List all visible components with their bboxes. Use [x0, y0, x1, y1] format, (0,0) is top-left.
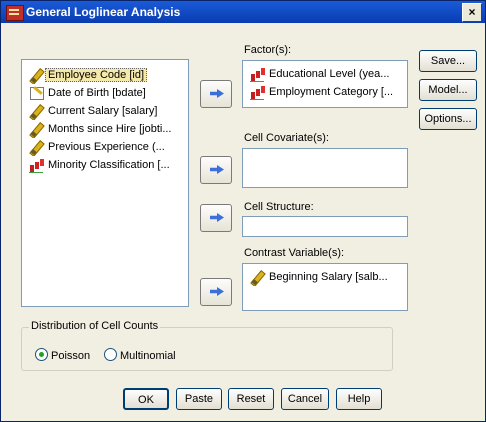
scale-icon	[28, 68, 44, 82]
radio-unselected-icon	[104, 348, 117, 361]
model-button[interactable]: Model...	[419, 79, 477, 101]
list-item-current-salary[interactable]: Current Salary [salary]	[22, 102, 188, 120]
list-item-label: Months since Hire [jobti...	[48, 123, 172, 135]
move-to-factors-button[interactable]	[200, 80, 232, 108]
list-item-beginning-salary[interactable]: Beginning Salary [salb...	[243, 268, 407, 286]
cell-structure-label: Cell Structure:	[244, 201, 314, 213]
dialog-title: General Loglinear Analysis	[26, 5, 181, 19]
scale-icon	[28, 140, 44, 154]
list-item-label: Current Salary [salary]	[48, 105, 158, 117]
list-item-months-since-hire[interactable]: Months since Hire [jobti...	[22, 120, 188, 138]
scale-icon	[28, 122, 44, 136]
nominal-icon	[249, 67, 265, 82]
covariates-label: Cell Covariate(s):	[244, 132, 329, 144]
ok-button[interactable]: OK	[123, 388, 169, 410]
scale-icon	[249, 270, 265, 284]
list-item-label: Date of Birth [bdate]	[48, 87, 146, 99]
list-item-label: Employment Category [...	[269, 86, 394, 98]
save-button[interactable]: Save...	[419, 50, 477, 72]
multinomial-label: Multinomial	[120, 350, 176, 362]
move-to-cell-structure-button[interactable]	[200, 204, 232, 232]
list-item-educational-level[interactable]: Educational Level (yea...	[243, 65, 407, 83]
distribution-group-title: Distribution of Cell Counts	[29, 320, 161, 332]
cell-structure-field[interactable]	[242, 216, 408, 237]
factors-label: Factor(s):	[244, 44, 292, 56]
contrast-variables-list[interactable]: Beginning Salary [salb...	[242, 263, 408, 311]
reset-button[interactable]: Reset	[228, 388, 274, 410]
list-item-label: Minority Classification [...	[48, 159, 170, 171]
list-item-minority-classification[interactable]: Minority Classification [...	[22, 156, 188, 174]
list-item-label: Employee Code [id]	[45, 68, 147, 82]
nominal-icon	[249, 85, 265, 100]
close-button[interactable]: ×	[462, 3, 482, 22]
list-item-label: Educational Level (yea...	[269, 68, 390, 80]
multinomial-radio[interactable]: Multinomial	[104, 348, 176, 362]
list-item-date-of-birth[interactable]: Date of Birth [bdate]	[22, 84, 188, 102]
date-icon	[28, 86, 44, 100]
factors-list[interactable]: Educational Level (yea... Employment Cat…	[242, 60, 408, 108]
radio-selected-icon	[35, 348, 48, 361]
paste-button[interactable]: Paste	[176, 388, 222, 410]
cell-covariates-list[interactable]	[242, 148, 408, 188]
list-item-employment-category[interactable]: Employment Category [...	[243, 83, 407, 101]
list-item-previous-experience[interactable]: Previous Experience (...	[22, 138, 188, 156]
options-button[interactable]: Options...	[419, 108, 477, 130]
move-to-covariates-button[interactable]	[200, 156, 232, 184]
move-to-contrast-button[interactable]	[200, 278, 232, 306]
scale-icon	[28, 104, 44, 118]
dialog-window: General Loglinear Analysis × Employee Co…	[0, 0, 486, 422]
poisson-radio[interactable]: Poisson	[35, 348, 90, 362]
contrast-label: Contrast Variable(s):	[244, 247, 345, 259]
list-item-label: Beginning Salary [salb...	[269, 271, 388, 283]
list-item-label: Previous Experience (...	[48, 141, 165, 153]
source-variable-list[interactable]: Employee Code [id] Date of Birth [bdate]…	[21, 59, 189, 307]
list-item-employee-code[interactable]: Employee Code [id]	[22, 66, 188, 84]
app-icon	[6, 5, 24, 21]
title-bar[interactable]: General Loglinear Analysis ×	[1, 1, 485, 23]
poisson-label: Poisson	[51, 350, 91, 362]
help-button[interactable]: Help	[336, 388, 382, 410]
nominal-icon	[28, 158, 44, 173]
cancel-button[interactable]: Cancel	[281, 388, 329, 410]
